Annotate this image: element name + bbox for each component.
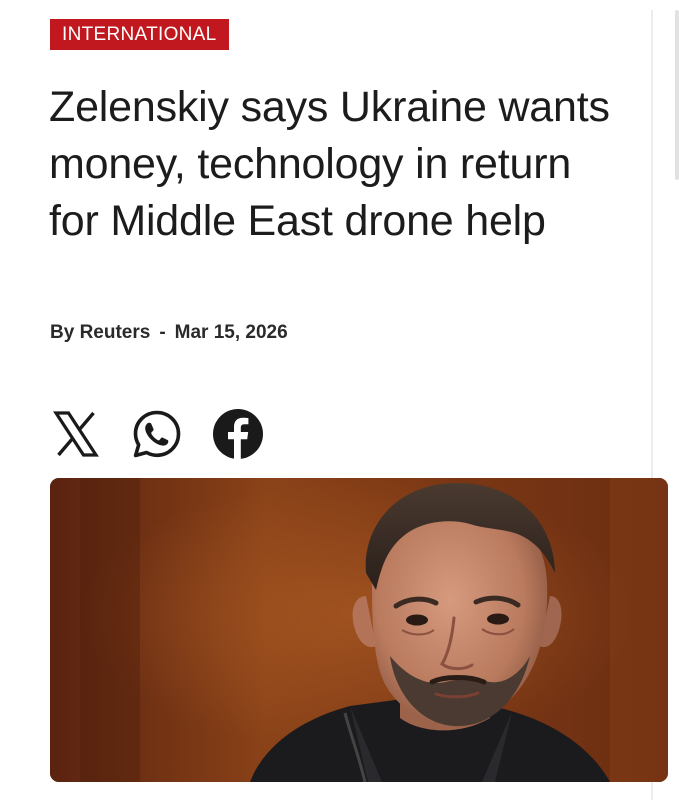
whatsapp-icon (133, 410, 181, 458)
scrollbar-thumb[interactable] (675, 10, 679, 180)
byline: By Reuters - Mar 15, 2026 (50, 321, 288, 345)
facebook-icon (213, 409, 263, 459)
article-headline: Zelenskiy says Ukraine wants money, tech… (49, 83, 610, 245)
share-facebook-button[interactable] (212, 408, 264, 460)
share-bar (50, 408, 293, 460)
byline-date: Mar 15, 2026 (174, 322, 288, 343)
x-logo-icon (53, 411, 99, 457)
share-x-button[interactable] (50, 408, 102, 460)
article-photo[interactable] (50, 478, 668, 782)
article-page: INTERNATIONAL Zelenskiy says Ukraine wan… (0, 0, 679, 800)
share-whatsapp-button[interactable] (131, 408, 183, 460)
byline-author[interactable]: By Reuters (50, 321, 150, 345)
portrait-illustration (50, 478, 668, 782)
byline-separator: - (159, 322, 166, 343)
category-badge[interactable]: INTERNATIONAL (50, 19, 229, 50)
